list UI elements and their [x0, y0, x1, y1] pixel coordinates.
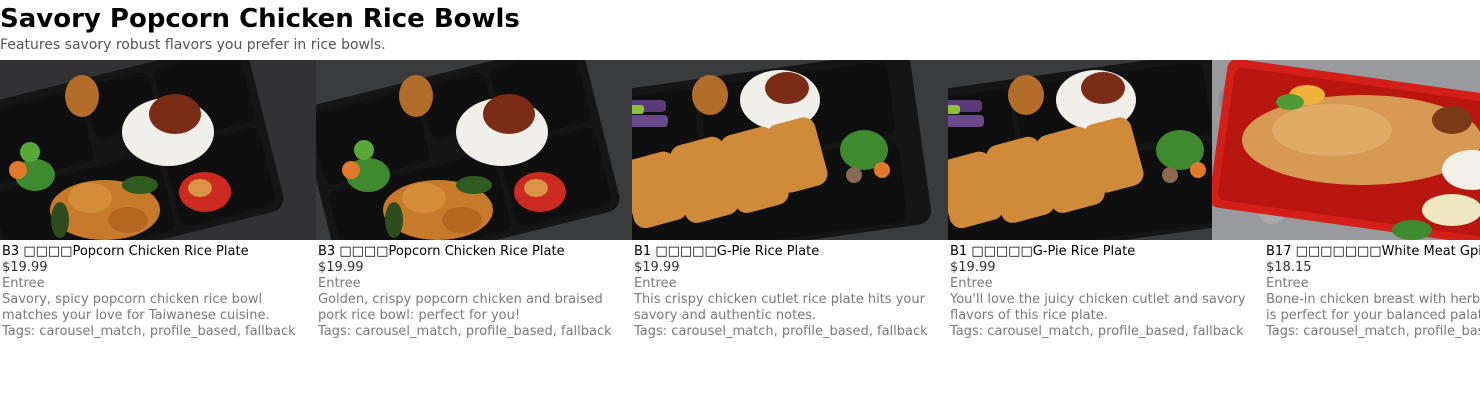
- popcorn-chicken-bento-photo[interactable]: [316, 60, 632, 240]
- item-category: Entree: [2, 276, 45, 291]
- item-description: Savory, spicy popcorn chicken rice bowl …: [2, 292, 270, 323]
- item-tags: Tags: carousel_match, profile_based, fal…: [950, 324, 1244, 339]
- item-price: $19.99: [950, 260, 996, 275]
- item-name[interactable]: B3 □□□□Popcorn Chicken Rice Plate: [318, 244, 614, 260]
- item-tags: Tags: carousel_match, profile_based, fal…: [2, 324, 296, 339]
- item-price: $19.99: [318, 260, 364, 275]
- item-tags: Tags: carousel_match, profile_based, fal…: [1266, 324, 1480, 339]
- menu-card[interactable]: B1 □□□□□G-Pie Rice Plate $19.99 Entree T…: [632, 60, 948, 340]
- item-name[interactable]: B3 □□□□Popcorn Chicken Rice Plate: [2, 244, 298, 260]
- menu-card[interactable]: B3 □□□□Popcorn Chicken Rice Plate $19.99…: [0, 60, 316, 340]
- item-price: $18.15: [1266, 260, 1312, 275]
- menu-card[interactable]: B3 □□□□Popcorn Chicken Rice Plate $19.99…: [316, 60, 632, 340]
- item-tags: Tags: carousel_match, profile_based, fal…: [318, 324, 612, 339]
- item-price: $19.99: [2, 260, 48, 275]
- item-description: You'll love the juicy chicken cutlet and…: [950, 292, 1246, 323]
- item-name[interactable]: B1 □□□□□G-Pie Rice Plate: [634, 244, 930, 260]
- card-info: B1 □□□□□G-Pie Rice Plate $19.99 Entree T…: [632, 244, 930, 340]
- card-info: B1 □□□□□G-Pie Rice Plate $19.99 Entree Y…: [948, 244, 1246, 340]
- card-info: B3 □□□□Popcorn Chicken Rice Plate $19.99…: [0, 244, 298, 340]
- item-category: Entree: [634, 276, 677, 291]
- item-description: Golden, crispy popcorn chicken and brais…: [318, 292, 603, 323]
- section-title: Savory Popcorn Chicken Rice Bowls: [0, 4, 520, 34]
- section-subtitle: Features savory robust flavors you prefe…: [0, 37, 386, 53]
- item-category: Entree: [1266, 276, 1309, 291]
- item-name[interactable]: B1 □□□□□G-Pie Rice Plate: [950, 244, 1246, 260]
- item-name[interactable]: B17 □□□□□□□White Meat Gpie Rice Plate: [1266, 244, 1480, 260]
- item-description: Bone-in chicken breast with herbs and sp…: [1266, 292, 1480, 323]
- popcorn-chicken-bento-photo[interactable]: [0, 60, 316, 240]
- section-header: Savory Popcorn Chicken Rice Bowls Featur…: [0, 0, 1480, 54]
- item-category: Entree: [950, 276, 993, 291]
- chicken-cutlet-bento-photo[interactable]: [632, 60, 948, 240]
- item-category: Entree: [318, 276, 361, 291]
- item-tags: Tags: carousel_match, profile_based, fal…: [634, 324, 928, 339]
- card-info: B17 □□□□□□□White Meat Gpie Rice Plate $1…: [1264, 244, 1480, 340]
- menu-card[interactable]: B17 □□□□□□□White Meat Gpie Rice Plate $1…: [1212, 60, 1480, 340]
- item-description: This crispy chicken cutlet rice plate hi…: [634, 292, 925, 323]
- card-info: B3 □□□□Popcorn Chicken Rice Plate $19.99…: [316, 244, 614, 340]
- item-price: $19.99: [634, 260, 680, 275]
- white-meat-gpie-bento-photo[interactable]: [1212, 60, 1480, 240]
- menu-carousel[interactable]: B3 □□□□Popcorn Chicken Rice Plate $19.99…: [0, 60, 1480, 400]
